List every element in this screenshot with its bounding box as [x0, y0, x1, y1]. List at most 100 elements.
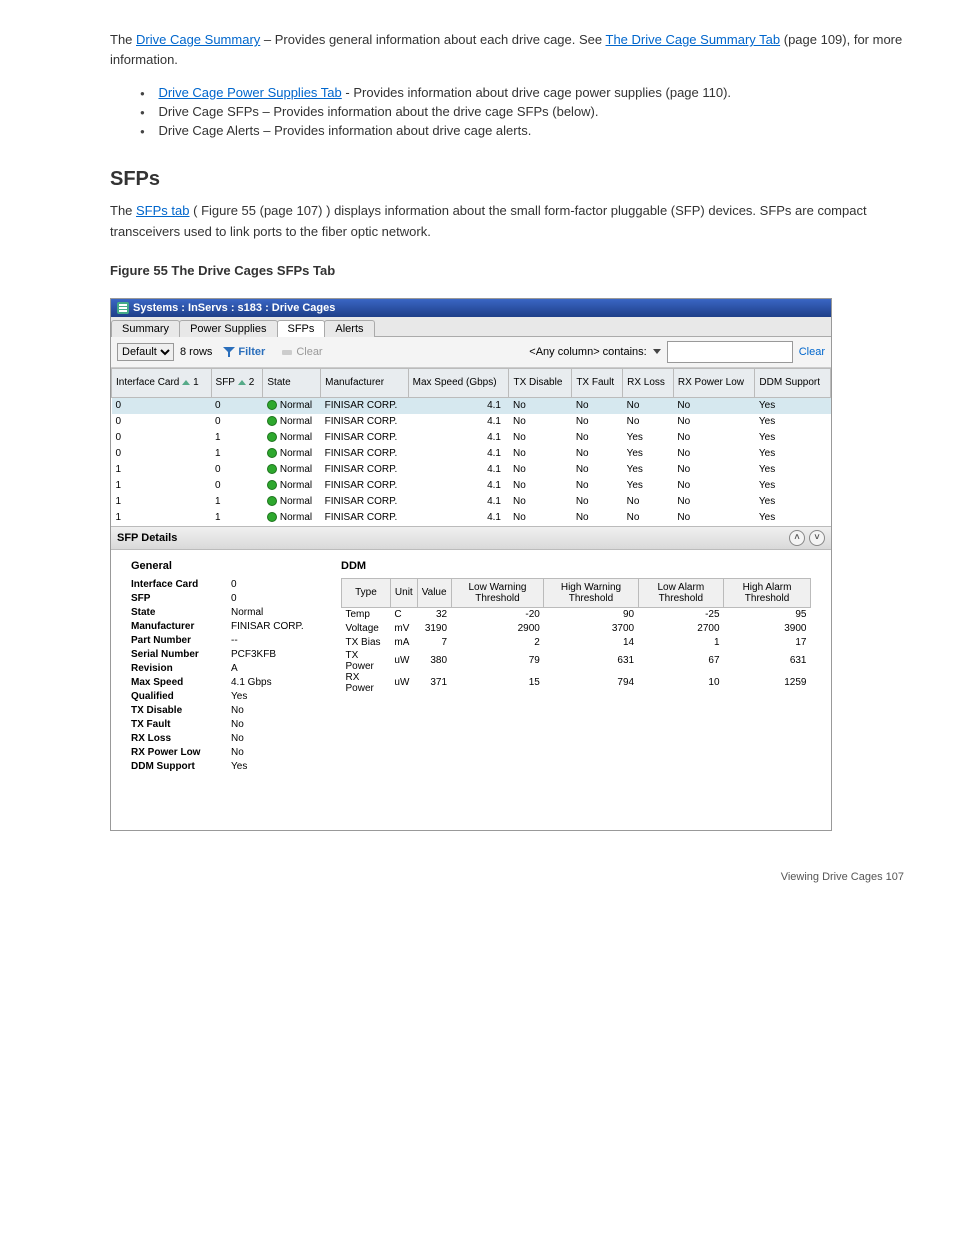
- kv-key: TX Fault: [131, 718, 231, 732]
- col-max-speed[interactable]: Max Speed (Gbps): [408, 368, 509, 397]
- col-interface-card[interactable]: Interface Card 1: [112, 368, 212, 397]
- status-dot-icon: [267, 464, 277, 474]
- tab-sfps[interactable]: SFPs: [277, 320, 326, 337]
- col-state[interactable]: State: [263, 368, 321, 397]
- ddm-col-low-alarm[interactable]: Low Alarm Threshold: [638, 578, 723, 607]
- table-row[interactable]: 11NormalFINISAR CORP.4.1NoNoNoNoYes: [112, 494, 831, 510]
- text: - Provides information about drive cage …: [342, 85, 731, 100]
- table-row[interactable]: 01NormalFINISAR CORP.4.1NoNoYesNoYes: [112, 446, 831, 462]
- kv-key: Qualified: [131, 690, 231, 704]
- kv-key: Revision: [131, 662, 231, 676]
- col-rx-power-low[interactable]: RX Power Low: [673, 368, 755, 397]
- search-input[interactable]: [667, 341, 793, 363]
- kv-key: RX Loss: [131, 732, 231, 746]
- ddm-col-type[interactable]: Type: [342, 578, 391, 607]
- ddm-col-high-warn[interactable]: High Warning Threshold: [544, 578, 638, 607]
- link-summary-tab[interactable]: The Drive Cage Summary Tab: [606, 32, 781, 47]
- ddm-row: TX BiasmA7214117: [342, 636, 811, 650]
- figure-ref: Figure 55 (page 107): [201, 203, 322, 218]
- kv-key: Serial Number: [131, 648, 231, 662]
- ddm-row: TempC32-2090-2595: [342, 607, 811, 622]
- sort-asc-icon: [238, 380, 246, 385]
- table-row[interactable]: 01NormalFINISAR CORP.4.1NoNoYesNoYes: [112, 430, 831, 446]
- sfps-paragraph: The SFPs tab ( Figure 55 (page 107) ) di…: [110, 201, 904, 243]
- status-dot-icon: [267, 416, 277, 426]
- filter-icon: [223, 347, 235, 357]
- heading-sfps: SFPs: [110, 168, 904, 191]
- kv-value: Yes: [231, 690, 321, 704]
- table-row[interactable]: 11NormalFINISAR CORP.4.1NoNoNoNoYes: [112, 510, 831, 526]
- collapse-up-button[interactable]: ˄: [789, 530, 805, 546]
- text: The: [110, 203, 136, 218]
- kv-value: 0: [231, 592, 321, 606]
- kv-value: FINISAR CORP.: [231, 620, 321, 634]
- ddm-col-low-warn[interactable]: Low Warning Threshold: [451, 578, 544, 607]
- link-power-supplies-tab[interactable]: Drive Cage Power Supplies Tab: [158, 85, 341, 100]
- text: Drive Cage Alerts – Provides information…: [158, 123, 531, 138]
- tab-alerts[interactable]: Alerts: [324, 320, 374, 337]
- kv-key: DDM Support: [131, 760, 231, 774]
- kv-key: Manufacturer: [131, 620, 231, 634]
- dropdown-icon[interactable]: [653, 349, 661, 354]
- col-ddm-support[interactable]: DDM Support: [755, 368, 831, 397]
- kv-value: PCF3KFB: [231, 648, 321, 662]
- ddm-col-unit[interactable]: Unit: [390, 578, 417, 607]
- kv-row: RevisionA: [131, 662, 321, 676]
- contains-label: <Any column> contains:: [529, 346, 646, 358]
- kv-row: TX FaultNo: [131, 718, 321, 732]
- kv-row: StateNormal: [131, 606, 321, 620]
- view-select[interactable]: Default: [117, 343, 174, 361]
- collapse-down-button[interactable]: ˅: [809, 530, 825, 546]
- text: (: [193, 203, 197, 218]
- ddm-row: TX PoweruW3807963167631: [342, 650, 811, 672]
- toolbar: Default 8 rows Filter Clear <Any column>…: [111, 337, 831, 368]
- details-header: SFP Details ˄ ˅: [111, 526, 831, 550]
- link-drive-cage-summary[interactable]: Drive Cage Summary: [136, 32, 260, 47]
- kv-value: No: [231, 718, 321, 732]
- tab-power-supplies[interactable]: Power Supplies: [179, 320, 277, 337]
- doc-intro: The Drive Cage Summary – Provides genera…: [110, 30, 904, 69]
- kv-row: Max Speed4.1 Gbps: [131, 676, 321, 690]
- ddm-col-value[interactable]: Value: [417, 578, 451, 607]
- col-rx-loss[interactable]: RX Loss: [623, 368, 674, 397]
- general-panel: General Interface Card0SFP0StateNormalMa…: [131, 560, 321, 790]
- app-icon: [117, 302, 129, 314]
- kv-value: No: [231, 704, 321, 718]
- kv-row: RX Power LowNo: [131, 746, 321, 760]
- col-sfp[interactable]: SFP 2: [211, 368, 263, 397]
- clear-link[interactable]: Clear: [799, 346, 825, 358]
- table-row[interactable]: 00NormalFINISAR CORP.4.1NoNoNoNoYes: [112, 397, 831, 414]
- eraser-icon: [281, 347, 293, 357]
- col-tx-disable[interactable]: TX Disable: [509, 368, 572, 397]
- ddm-heading: DDM: [341, 560, 811, 572]
- kv-row: DDM SupportYes: [131, 760, 321, 774]
- kv-value: No: [231, 732, 321, 746]
- col-manufacturer[interactable]: Manufacturer: [321, 368, 408, 397]
- filter-button[interactable]: Filter: [218, 344, 270, 360]
- kv-value: Normal: [231, 606, 321, 620]
- col-tx-fault[interactable]: TX Fault: [572, 368, 623, 397]
- general-heading: General: [131, 560, 321, 572]
- table-row[interactable]: 10NormalFINISAR CORP.4.1NoNoYesNoYes: [112, 478, 831, 494]
- status-dot-icon: [267, 480, 277, 490]
- ddm-row: VoltagemV31902900370027003900: [342, 622, 811, 636]
- kv-value: 0: [231, 578, 321, 592]
- text: – Provides general information about eac…: [264, 32, 606, 47]
- ddm-col-high-alarm[interactable]: High Alarm Threshold: [724, 578, 811, 607]
- kv-value: A: [231, 662, 321, 676]
- clear-filter-button[interactable]: Clear: [276, 344, 327, 360]
- bullet-power-supplies: Drive Cage Power Supplies Tab - Provides…: [140, 85, 904, 100]
- status-dot-icon: [267, 448, 277, 458]
- window-titlebar: Systems : InServs : s183 : Drive Cages: [111, 299, 831, 317]
- table-row[interactable]: 00NormalFINISAR CORP.4.1NoNoNoNoYes: [112, 414, 831, 430]
- kv-row: Serial NumberPCF3KFB: [131, 648, 321, 662]
- ddm-row: RX PoweruW37115794101259: [342, 672, 811, 694]
- tab-summary[interactable]: Summary: [111, 320, 180, 337]
- chevron-up-icon: ˄: [794, 533, 799, 542]
- status-dot-icon: [267, 432, 277, 442]
- link-sfps-tab[interactable]: SFPs tab: [136, 203, 189, 218]
- sfp-table: Interface Card 1 SFP 2 State Manufacture…: [111, 368, 831, 526]
- details-body: General Interface Card0SFP0StateNormalMa…: [111, 550, 831, 830]
- status-dot-icon: [267, 512, 277, 522]
- table-row[interactable]: 10NormalFINISAR CORP.4.1NoNoYesNoYes: [112, 462, 831, 478]
